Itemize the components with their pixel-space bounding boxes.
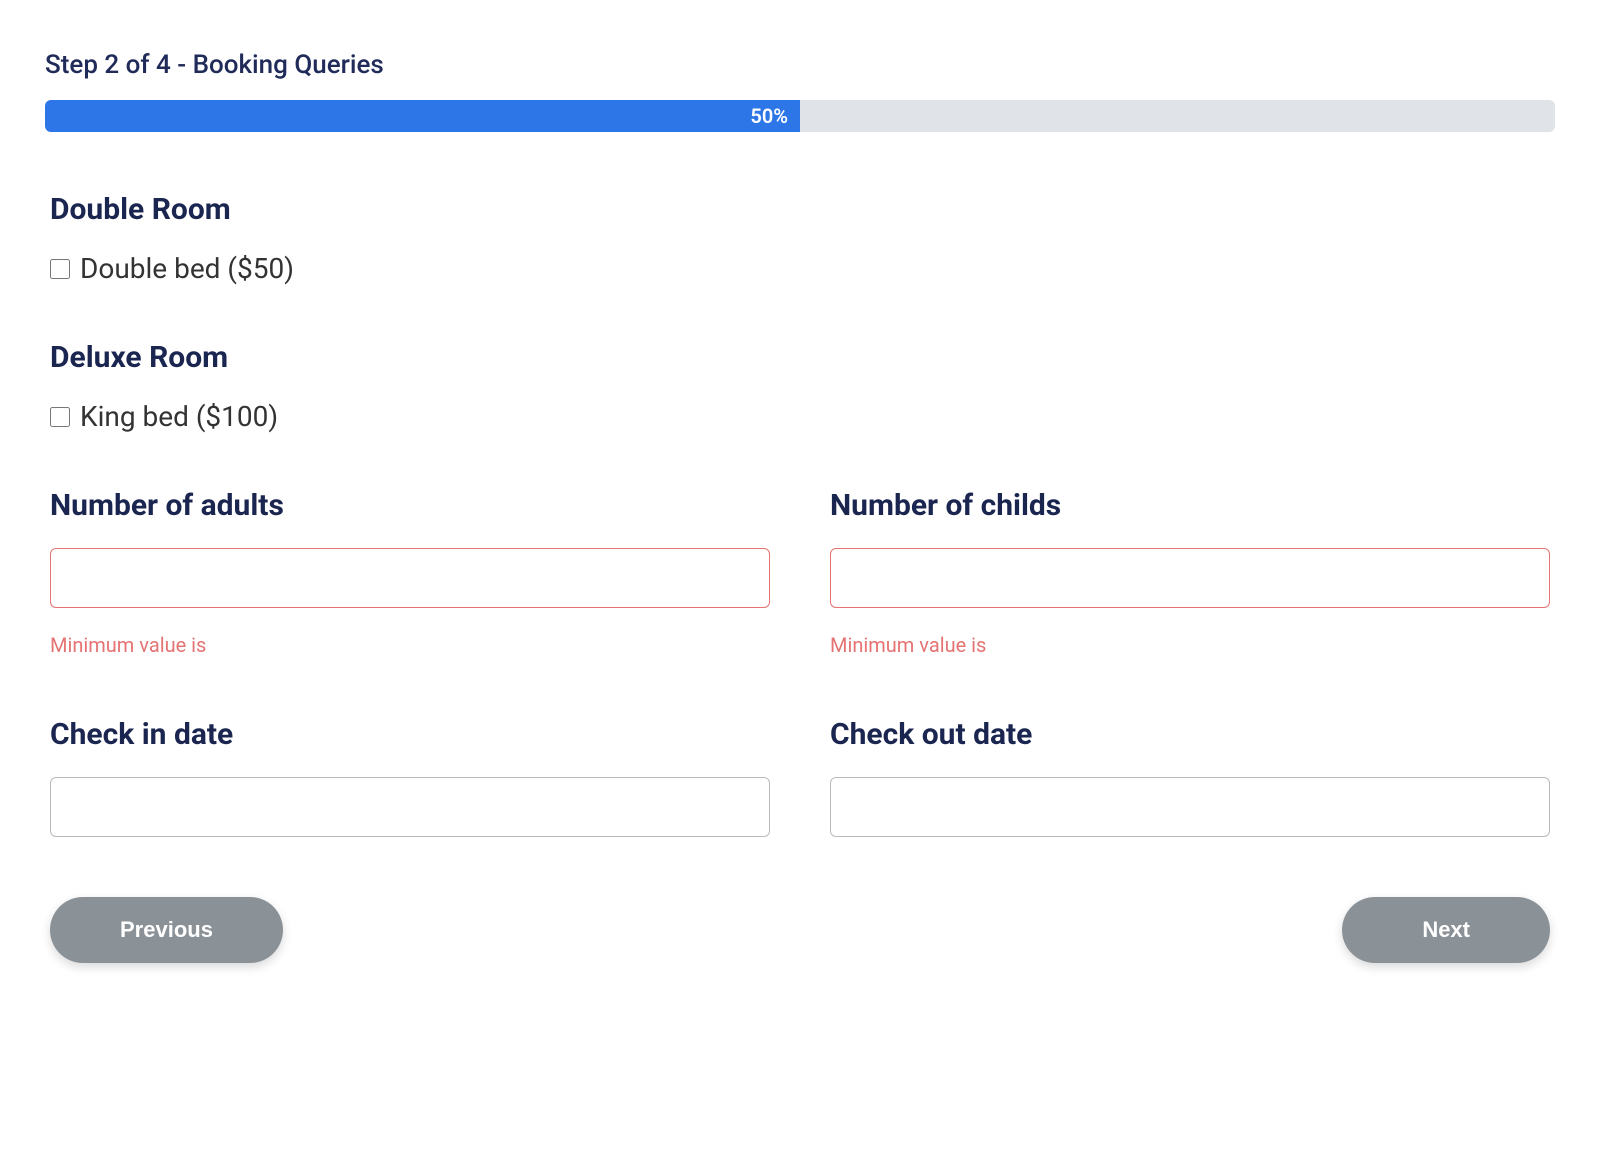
- previous-button[interactable]: Previous: [50, 897, 283, 963]
- double-bed-label: Double bed ($50): [80, 252, 294, 285]
- checkin-input[interactable]: [50, 777, 770, 837]
- adults-input[interactable]: [50, 548, 770, 608]
- checkin-group: Check in date: [50, 717, 770, 837]
- adults-error: Minimum value is: [50, 633, 770, 657]
- double-room-title: Double Room: [45, 192, 1555, 227]
- deluxe-room-title: Deluxe Room: [45, 340, 1555, 375]
- button-row: Previous Next: [45, 897, 1555, 963]
- step-label: Step 2 of 4 - Booking Queries: [45, 50, 1555, 80]
- checkout-label: Check out date: [830, 717, 1550, 752]
- childs-input[interactable]: [830, 548, 1550, 608]
- checkout-group: Check out date: [830, 717, 1550, 837]
- progress-bar-fill: 50%: [45, 100, 800, 132]
- king-bed-label: King bed ($100): [80, 400, 278, 433]
- adults-label: Number of adults: [50, 488, 770, 523]
- checkin-label: Check in date: [50, 717, 770, 752]
- double-bed-checkbox[interactable]: [50, 259, 70, 279]
- childs-group: Number of childs Minimum value is: [830, 488, 1550, 657]
- childs-label: Number of childs: [830, 488, 1550, 523]
- progress-bar-container: 50%: [45, 100, 1555, 132]
- childs-error: Minimum value is: [830, 633, 1550, 657]
- king-bed-checkbox[interactable]: [50, 407, 70, 427]
- double-bed-option[interactable]: Double bed ($50): [45, 252, 1555, 285]
- next-button[interactable]: Next: [1342, 897, 1550, 963]
- adults-group: Number of adults Minimum value is: [50, 488, 770, 657]
- checkout-input[interactable]: [830, 777, 1550, 837]
- king-bed-option[interactable]: King bed ($100): [45, 400, 1555, 433]
